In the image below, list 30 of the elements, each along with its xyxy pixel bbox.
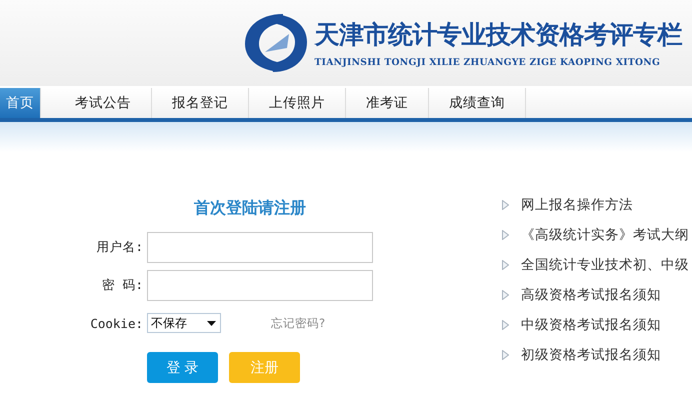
username-label: 用户名: xyxy=(96,239,143,256)
notice-link[interactable]: 全国统计专业技术初、中级 xyxy=(521,254,689,276)
password-label: 密 码: xyxy=(102,277,143,294)
nav-tab[interactable]: 报名登记 xyxy=(152,88,249,118)
cookie-label: Cookie: xyxy=(90,316,143,330)
cookie-select[interactable]: 不保存 xyxy=(147,313,221,333)
nav-tab[interactable]: 上传照片 xyxy=(249,88,346,118)
notice-link[interactable]: 网上报名操作方法 xyxy=(521,194,633,216)
nav-tab[interactable]: 成绩查询 xyxy=(429,88,526,118)
notice-link[interactable]: 初级资格考试报名须知 xyxy=(521,344,661,366)
password-field[interactable] xyxy=(147,270,373,301)
caret-icon xyxy=(207,320,216,326)
username-field[interactable] xyxy=(147,232,373,263)
triangle-icon xyxy=(502,260,509,270)
nav-tab[interactable]: 考试公告 xyxy=(55,88,152,118)
notice-link[interactable]: 中级资格考试报名须知 xyxy=(521,314,661,336)
site-title: 天津市统计专业技术资格考评专栏 xyxy=(314,19,682,51)
triangle-icon xyxy=(502,200,509,210)
triangle-icon xyxy=(502,290,509,300)
triangle-icon xyxy=(502,230,509,240)
login-title: 首次登陆请注册 xyxy=(194,198,306,219)
triangle-icon xyxy=(502,320,509,330)
nav-tab[interactable]: 准考证 xyxy=(346,88,429,118)
notice-link[interactable]: 《高级统计实务》考试大纲 xyxy=(521,224,689,246)
logo-icon xyxy=(242,12,308,74)
triangle-icon xyxy=(502,350,509,360)
site-subtitle: TIANJINSHI TONGJI XILIE ZHUANGYE ZIGE KAOPING XITONG xyxy=(314,57,662,68)
notice-link[interactable]: 高级资格考试报名须知 xyxy=(521,284,661,306)
nav-tab[interactable]: 首页 xyxy=(0,88,41,118)
forgot-password-link[interactable]: 忘记密码? xyxy=(271,316,326,330)
